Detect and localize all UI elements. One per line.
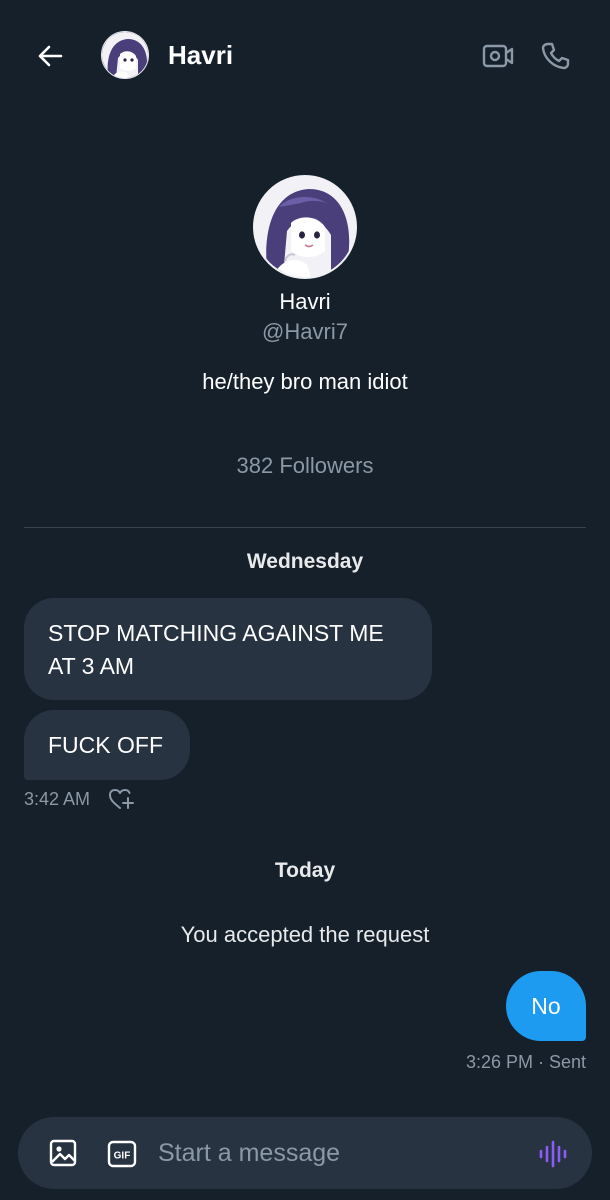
divider	[24, 527, 586, 528]
add-media-button[interactable]	[44, 1134, 82, 1172]
voice-icon	[539, 1140, 567, 1168]
gif-icon: GIF	[107, 1140, 137, 1168]
video-camera-icon	[482, 44, 514, 68]
add-gif-button[interactable]: GIF	[104, 1136, 140, 1172]
profile-avatar[interactable]	[253, 175, 357, 279]
avatar-illustration	[102, 32, 148, 78]
gif-label: GIF	[114, 1151, 131, 1162]
voice-call-button[interactable]	[535, 36, 575, 76]
video-call-button[interactable]	[478, 36, 518, 76]
outgoing-message[interactable]: No	[506, 971, 586, 1041]
system-message: You accepted the request	[180, 922, 430, 947]
add-reaction-button[interactable]	[108, 787, 134, 811]
message-timestamp: 3:42 AM	[24, 789, 91, 809]
arrow-left-icon	[38, 45, 63, 67]
incoming-message[interactable]: FUCK OFF	[24, 710, 190, 780]
profile-name: Havri	[279, 289, 331, 314]
profile-bio: he/they bro man idiot	[202, 369, 408, 394]
image-icon	[49, 1139, 77, 1167]
incoming-message[interactable]: STOP MATCHING AGAINST ME AT 3 AM	[24, 598, 432, 700]
day-separator: Wednesday	[246, 550, 364, 573]
heart-plus-icon	[109, 789, 134, 809]
contact-name[interactable]: Havri	[168, 40, 233, 70]
back-button[interactable]	[30, 36, 70, 76]
profile-handle: @Havri7	[262, 319, 348, 344]
voice-message-button[interactable]	[534, 1135, 572, 1173]
phone-icon	[541, 42, 570, 70]
message-input[interactable]	[158, 1132, 508, 1174]
contact-avatar[interactable]	[101, 31, 149, 79]
followers-count[interactable]: 382 Followers	[0, 452, 610, 480]
avatar-illustration	[255, 177, 355, 277]
message-status: 3:26 PM · Sent	[465, 1052, 586, 1072]
day-separator: Today	[274, 859, 336, 882]
